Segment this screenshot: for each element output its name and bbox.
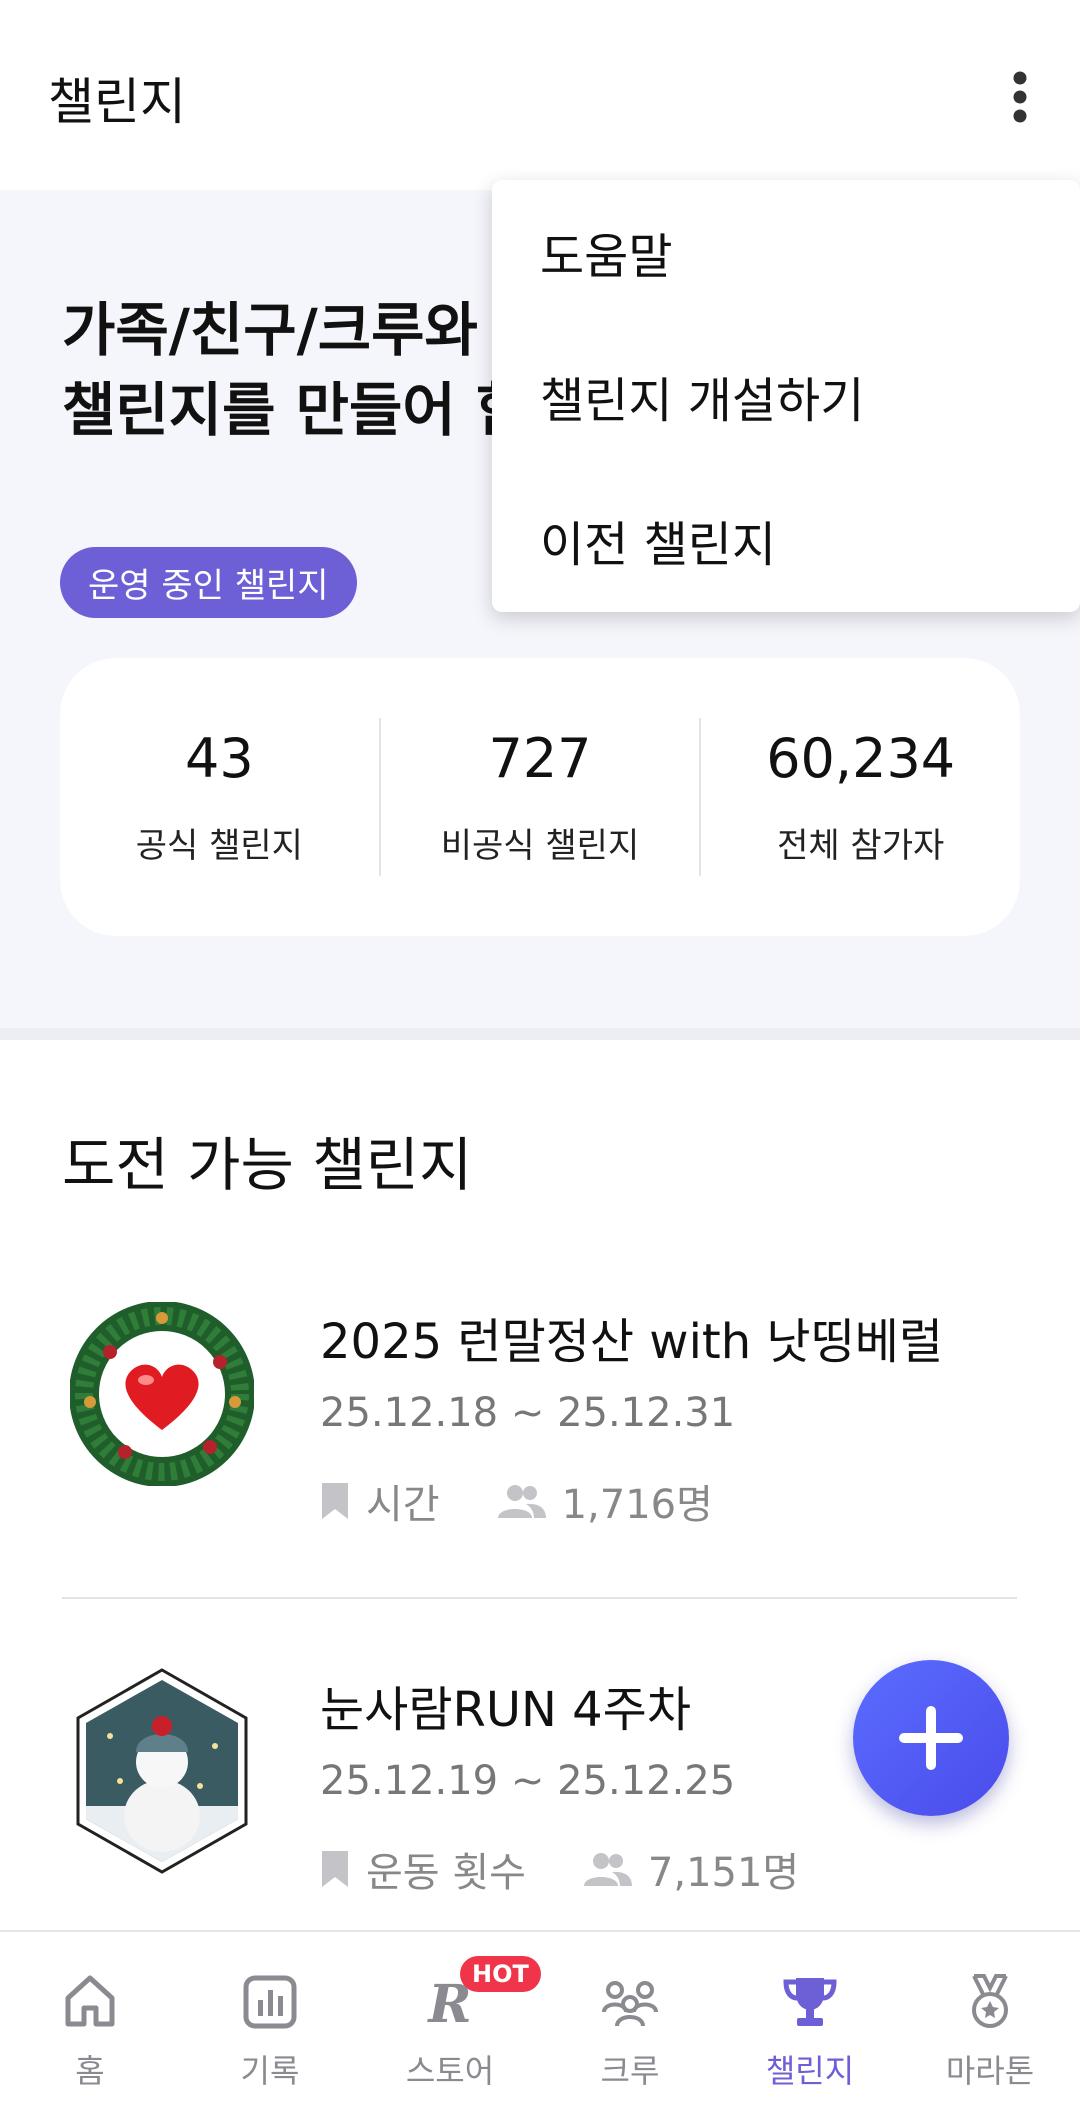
challenge-meta: 시간 1,716명	[320, 1472, 713, 1530]
christmas-wreath-thumbnail	[70, 1302, 254, 1486]
challenge-participants: 1,716명	[561, 1482, 713, 1528]
challenge-name: 2025 런말정산 with 낫띵베럴	[320, 1314, 944, 1370]
plus-icon	[899, 1706, 963, 1770]
tab-label: 크루	[600, 2052, 660, 2090]
stat-value: 43	[184, 727, 254, 790]
tab-challenge[interactable]: 챌린지	[720, 1932, 900, 2115]
hero-headline: 가족/친구/크루와 챌린지를 만들어 함	[62, 290, 529, 450]
tab-store[interactable]: R 스토어 HOT	[360, 1932, 541, 2115]
challenge-period: 25.12.18 ~ 25.12.31	[320, 1390, 736, 1436]
list-divider	[62, 1597, 1017, 1599]
home-icon	[65, 1975, 115, 2027]
more-vertical-icon	[1013, 71, 1027, 123]
tab-label: 홈	[75, 2052, 105, 2090]
snowman-thumbnail	[76, 1668, 248, 1874]
more-menu-button[interactable]	[990, 62, 1050, 132]
challenge-participants: 7,151명	[647, 1850, 800, 1896]
bottom-tab-bar: 홈 기록 R 스토어 HOT 크루 챌린지 마라톤	[0, 1930, 1080, 2115]
page-title: 챌린지	[48, 73, 186, 131]
stat-label: 전체 참가자	[777, 826, 945, 866]
medal-icon	[972, 1974, 1008, 2028]
bookmark-icon	[320, 1481, 350, 1521]
app-bar: 챌린지	[0, 0, 1080, 190]
tab-crew[interactable]: 크루	[540, 1932, 720, 2115]
crew-icon	[602, 1981, 658, 2027]
hero-headline-line1: 가족/친구/크루와	[62, 296, 478, 364]
menu-item-past-challenges[interactable]: 이전 챌린지	[492, 468, 1080, 612]
hot-badge: HOT	[460, 1956, 541, 1992]
tab-label: 마라톤	[945, 2052, 1035, 2090]
stat-label: 비공식 챌린지	[440, 826, 640, 866]
tab-label: 스토어	[405, 2052, 495, 2090]
stats-icon	[243, 1975, 297, 2029]
challenge-type: 시간	[366, 1482, 440, 1528]
challenge-meta: 운동 횟수 7,151명	[320, 1840, 799, 1898]
hero-headline-line2: 챌린지를 만들어 함	[62, 376, 530, 444]
challenge-type: 운동 횟수	[366, 1850, 526, 1896]
menu-item-create-challenge[interactable]: 챌린지 개설하기	[492, 324, 1080, 468]
bookmark-icon	[320, 1849, 350, 1889]
section-divider	[0, 1028, 1080, 1040]
create-challenge-fab[interactable]	[853, 1660, 1009, 1816]
stat-unofficial: 727 비공식 챌린지	[381, 727, 700, 867]
tab-label: 챌린지	[765, 2052, 855, 2090]
tab-marathon[interactable]: 마라톤	[900, 1932, 1080, 2115]
challenge-name: 눈사람RUN 4주차	[320, 1682, 691, 1738]
stat-value: 60,234	[766, 727, 956, 790]
overflow-menu: 도움말 챌린지 개설하기 이전 챌린지	[492, 180, 1080, 612]
active-challenges-badge: 운영 중인 챌린지	[60, 547, 357, 618]
people-icon	[582, 1852, 632, 1886]
section-title: 도전 가능 챌린지	[62, 1131, 473, 1199]
people-icon	[496, 1484, 546, 1518]
tab-records[interactable]: 기록	[180, 1932, 360, 2115]
trophy-icon	[783, 1978, 837, 2026]
tab-label: 기록	[240, 2052, 300, 2090]
stat-participants: 60,234 전체 참가자	[701, 727, 1020, 867]
stats-card: 43 공식 챌린지 727 비공식 챌린지 60,234 전체 참가자	[60, 658, 1020, 936]
menu-item-help[interactable]: 도움말	[492, 180, 1080, 324]
stat-value: 727	[488, 727, 592, 790]
challenge-card[interactable]: 2025 런말정산 with 낫띵베럴 25.12.18 ~ 25.12.31 …	[62, 1302, 1017, 1602]
stat-official: 43 공식 챌린지	[60, 727, 379, 867]
challenge-period: 25.12.19 ~ 25.12.25	[320, 1758, 736, 1804]
tab-home[interactable]: 홈	[0, 1932, 180, 2115]
stat-label: 공식 챌린지	[135, 826, 303, 866]
